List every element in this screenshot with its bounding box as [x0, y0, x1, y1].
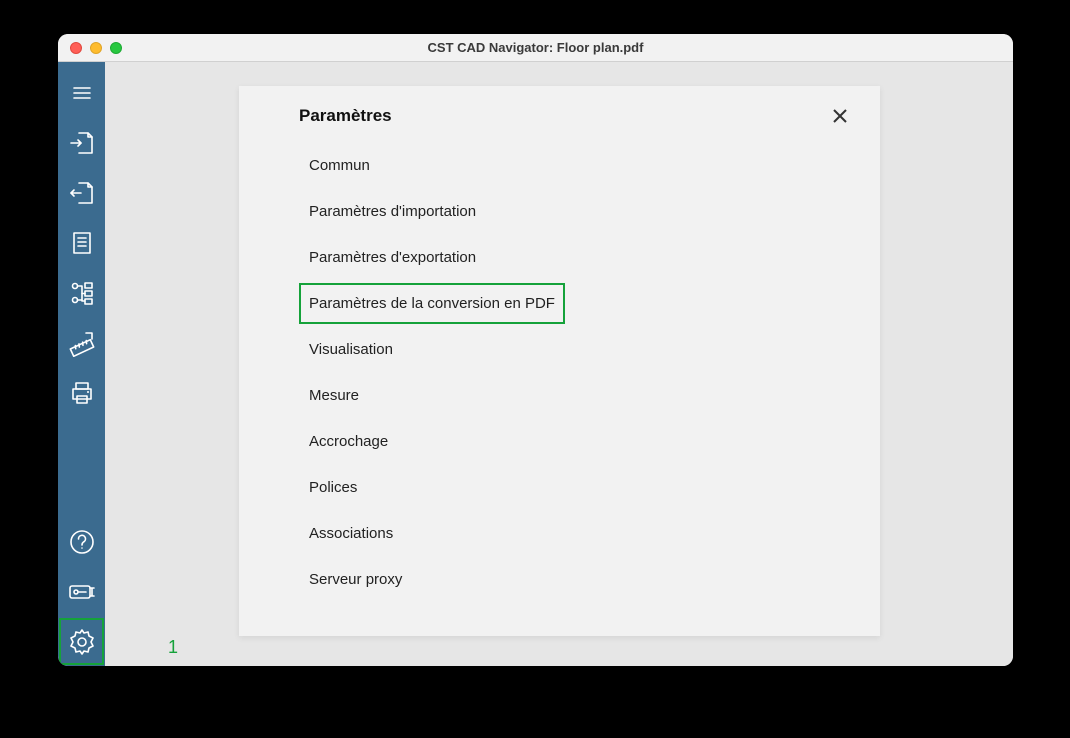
maximize-window-button[interactable] [110, 42, 122, 54]
settings-list: Commun Paramètres d'importation Paramètr… [239, 132, 880, 602]
settings-item-proxy[interactable]: Serveur proxy [299, 559, 559, 600]
close-window-button[interactable] [70, 42, 82, 54]
gear-icon [67, 627, 97, 657]
printer-icon [68, 379, 96, 407]
content-area: 2 Paramètres Commun Paramètres d'importa… [105, 62, 1013, 666]
settings-button[interactable] [59, 618, 104, 665]
measure-button[interactable] [58, 318, 105, 368]
settings-panel: Paramètres Commun Paramètres d'importati… [239, 86, 880, 636]
tree-structure-icon [68, 279, 96, 307]
structure-button[interactable] [58, 268, 105, 318]
annotation-1: 1 [168, 637, 178, 658]
panel-header: Paramètres [239, 86, 880, 132]
document-button[interactable] [58, 218, 105, 268]
titlebar: CST CAD Navigator: Floor plan.pdf [58, 34, 1013, 62]
settings-item-export[interactable]: Paramètres d'exportation [299, 237, 559, 278]
settings-item-snap[interactable]: Accrochage [299, 421, 559, 462]
settings-item-fonts[interactable]: Polices [299, 467, 559, 508]
settings-item-measure[interactable]: Mesure [299, 375, 559, 416]
close-panel-button[interactable] [828, 104, 852, 128]
import-file-icon [68, 129, 96, 157]
license-key-icon [67, 580, 97, 604]
import-button[interactable] [58, 118, 105, 168]
sidebar [58, 62, 105, 666]
window-body: 2 Paramètres Commun Paramètres d'importa… [58, 62, 1013, 666]
hamburger-icon [70, 81, 94, 105]
export-file-icon [68, 179, 96, 207]
settings-item-associations[interactable]: Associations [299, 513, 559, 554]
license-button[interactable] [58, 567, 105, 617]
ruler-icon [68, 329, 96, 357]
minimize-window-button[interactable] [90, 42, 102, 54]
help-button[interactable] [58, 517, 105, 567]
print-button[interactable] [58, 368, 105, 418]
settings-item-common[interactable]: Commun [299, 145, 559, 186]
settings-item-import[interactable]: Paramètres d'importation [299, 191, 559, 232]
document-icon [69, 230, 95, 256]
export-button[interactable] [58, 168, 105, 218]
panel-title: Paramètres [299, 106, 392, 126]
settings-item-pdf-conversion[interactable]: Paramètres de la conversion en PDF [299, 283, 565, 324]
app-window: CST CAD Navigator: Floor plan.pdf [58, 34, 1013, 666]
settings-item-visualisation[interactable]: Visualisation [299, 329, 559, 370]
close-icon [831, 107, 849, 125]
help-icon [68, 528, 96, 556]
menu-button[interactable] [58, 68, 105, 118]
traffic-lights [58, 42, 122, 54]
window-title: CST CAD Navigator: Floor plan.pdf [58, 40, 1013, 55]
